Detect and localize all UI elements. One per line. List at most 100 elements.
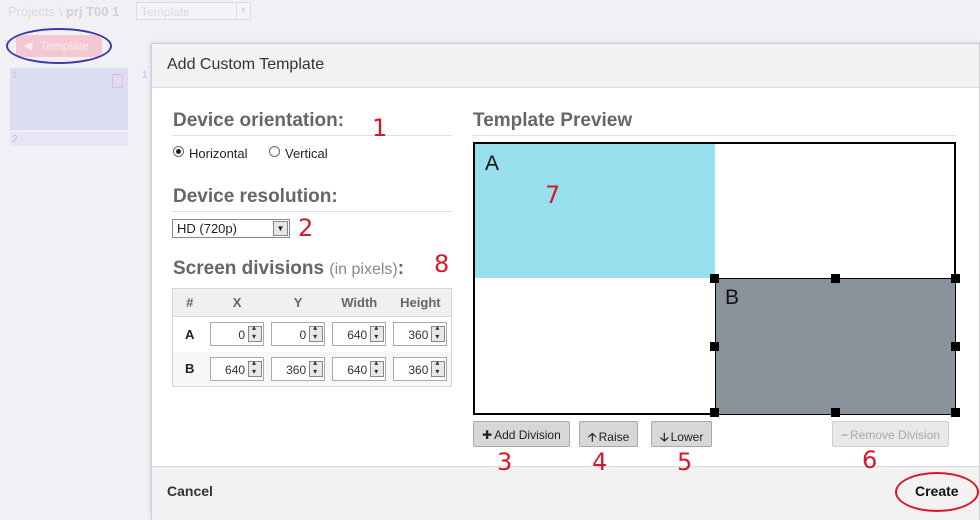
cancel-button[interactable]: Cancel	[167, 483, 213, 499]
x-spinner[interactable]: 0	[210, 322, 265, 347]
division-b-label: B	[725, 286, 740, 309]
table-row[interactable]: B 640 360 640 360	[172, 351, 452, 387]
background-card-2	[10, 132, 128, 146]
divisions-title: Screen divisions (in pixels):	[173, 258, 404, 280]
column-header: Height	[389, 288, 452, 317]
resize-handle[interactable]	[951, 408, 960, 417]
resolution-select[interactable]: HD (720p) ▼	[172, 219, 290, 238]
width-value: 640	[347, 328, 368, 343]
resize-handle[interactable]	[831, 274, 840, 283]
y-value: 0	[299, 328, 307, 343]
x-value: 0	[238, 328, 246, 343]
annotation-oval-create	[895, 472, 979, 512]
annotation-number: 8	[434, 250, 450, 278]
divider	[172, 211, 452, 212]
resize-handle[interactable]	[710, 342, 719, 351]
divider	[172, 135, 452, 136]
breadcrumb-project[interactable]: prj T00 1	[66, 4, 119, 19]
division-a-label: A	[485, 152, 500, 175]
divisions-table: # X Y Width Height A 0 0 640 360 B 640 3…	[172, 288, 452, 387]
height-value: 360	[408, 362, 429, 377]
annotation-number: 3	[497, 448, 513, 476]
table-header-row: # X Y Width Height	[172, 288, 452, 317]
width-spinner[interactable]: 640	[332, 322, 387, 347]
spinner-arrows-icon[interactable]	[370, 323, 385, 343]
table-row[interactable]: A 0 0 640 360	[173, 317, 452, 352]
column-header: Y	[267, 288, 329, 317]
breadcrumb: Projects \ prj T00 1	[8, 4, 119, 19]
background-card-number: 1	[142, 70, 148, 81]
background-card-number: 2	[12, 134, 18, 145]
minus-icon: −	[841, 428, 849, 442]
orientation-title: Device orientation:	[173, 110, 345, 131]
remove-division-label: Remove Division	[850, 428, 941, 442]
division-id: A	[185, 326, 195, 342]
annotation-oval-template	[6, 28, 112, 64]
raise-button[interactable]: 🡡 Raise	[579, 421, 639, 447]
radio-horizontal-label: Horizontal	[189, 146, 248, 161]
chevron-down-icon: ▼	[236, 3, 250, 19]
resolution-select-value: HD (720p)	[177, 221, 237, 236]
resize-handle[interactable]	[710, 408, 719, 417]
column-header: X	[206, 288, 268, 317]
spinner-arrows-icon[interactable]	[248, 323, 263, 343]
spinner-arrows-icon[interactable]	[431, 323, 446, 343]
background-card	[10, 68, 128, 130]
raise-label: Raise	[598, 430, 630, 444]
width-value: 640	[347, 362, 368, 377]
x-value: 640	[225, 362, 246, 377]
divisions-title-text: Screen divisions	[173, 258, 325, 279]
division-b-region[interactable]: B	[715, 278, 956, 415]
radio-horizontal[interactable]	[173, 146, 184, 157]
annotation-number: 1	[372, 114, 388, 142]
add-division-button[interactable]: ✚ Add Division	[473, 421, 570, 447]
background-topbar: Projects \ prj T00 1 Template ▼	[0, 0, 980, 24]
spinner-arrows-icon[interactable]	[431, 358, 446, 377]
add-division-label: Add Division	[494, 428, 561, 442]
preview-title: Template Preview	[473, 110, 633, 131]
annotation-number: 5	[677, 448, 693, 476]
arrow-down-icon: 🡣	[660, 430, 669, 444]
chevron-down-icon: ▼	[273, 221, 288, 236]
resize-handle[interactable]	[710, 274, 719, 283]
divider	[472, 135, 956, 136]
annotation-number: 7	[545, 181, 561, 209]
background-card-number: 1	[12, 70, 18, 81]
plus-icon: ✚	[482, 428, 493, 442]
spinner-arrows-icon[interactable]	[309, 358, 324, 377]
resize-handle[interactable]	[951, 274, 960, 283]
height-spinner[interactable]: 360	[393, 322, 448, 347]
y-spinner[interactable]: 360	[271, 356, 326, 381]
breadcrumb-prefix: Projects \	[8, 4, 63, 19]
column-header: #	[172, 288, 207, 317]
template-select-value: Template	[141, 5, 190, 19]
resize-handle[interactable]	[831, 408, 840, 417]
radio-vertical[interactable]	[269, 146, 280, 157]
height-value: 360	[408, 328, 429, 343]
division-id: B	[172, 351, 207, 387]
dialog-header: Add Custom Template	[152, 44, 979, 88]
annotation-number: 4	[592, 448, 608, 476]
remove-division-button[interactable]: − Remove Division	[832, 421, 950, 447]
spinner-arrows-icon[interactable]	[370, 358, 385, 377]
x-spinner[interactable]: 640	[210, 356, 265, 381]
annotation-number: 2	[298, 214, 314, 242]
resize-handle[interactable]	[951, 342, 960, 351]
divisions-subtitle: (in pixels)	[329, 261, 398, 278]
division-a-region[interactable]: A	[475, 144, 715, 278]
divisions-colon: :	[397, 258, 405, 279]
y-spinner[interactable]: 0	[271, 322, 326, 347]
radio-vertical-label: Vertical	[285, 146, 328, 161]
arrow-up-icon: 🡡	[588, 430, 597, 444]
dialog-title: Add Custom Template	[167, 56, 325, 73]
height-spinner[interactable]: 360	[393, 356, 448, 381]
template-select[interactable]: Template ▼	[136, 2, 251, 20]
width-spinner[interactable]: 640	[332, 356, 387, 381]
lower-label: Lower	[670, 430, 704, 444]
annotation-number: 6	[862, 446, 878, 474]
dialog-footer	[152, 466, 979, 520]
column-header: Width	[328, 288, 390, 317]
spinner-arrows-icon[interactable]	[248, 358, 263, 377]
lower-button[interactable]: 🡣 Lower	[651, 421, 713, 447]
spinner-arrows-icon[interactable]	[309, 323, 324, 343]
